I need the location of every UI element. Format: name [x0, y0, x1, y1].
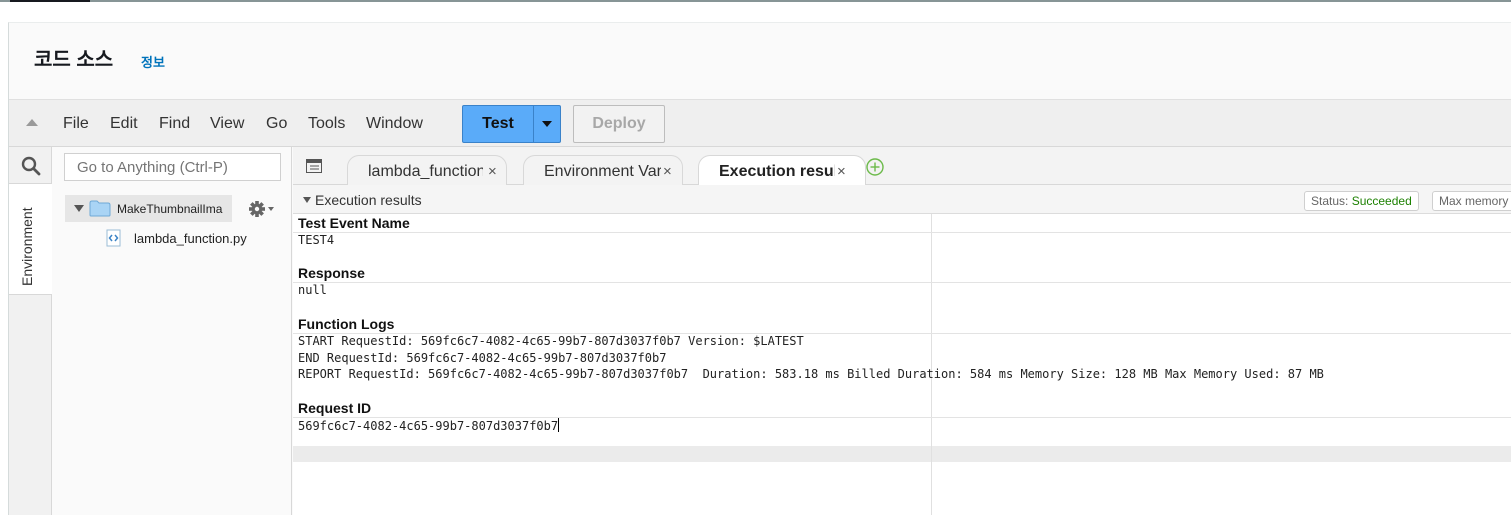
- tab-environment-variables[interactable]: Environment Vari ×: [523, 155, 683, 185]
- status-value: Succeeded: [1351, 194, 1412, 208]
- menu-view[interactable]: View: [210, 115, 244, 133]
- test-event-heading: Test Event Name: [298, 215, 410, 231]
- section-collapse-icon[interactable]: [303, 197, 311, 203]
- tab-lambda-function[interactable]: lambda_function ×: [347, 155, 507, 185]
- print-margin-line: [931, 214, 932, 515]
- request-id-heading: Request ID: [298, 400, 372, 416]
- go-to-anything-input[interactable]: [64, 153, 281, 181]
- menu-find[interactable]: Find: [159, 115, 190, 133]
- status-badge: Status: Succeeded: [1304, 191, 1419, 211]
- tab-close-icon[interactable]: ×: [488, 163, 497, 180]
- folder-icon: [89, 200, 111, 217]
- gear-icon[interactable]: [247, 199, 277, 219]
- tab-list-icon[interactable]: [306, 159, 322, 173]
- deploy-button[interactable]: Deploy: [573, 105, 665, 143]
- test-event-value: TEST4: [298, 233, 335, 247]
- log-line: START RequestId: 569fc6c7-4082-4c65-99b7…: [298, 334, 804, 348]
- request-id-line[interactable]: 569fc6c7-4082-4c65-99b7-807d3037f0b7: [298, 418, 560, 433]
- max-memory-badge: Max memory u: [1432, 191, 1511, 211]
- page-title: 코드 소스: [34, 49, 114, 71]
- folder-expand-icon[interactable]: [74, 205, 84, 212]
- add-tab-icon[interactable]: [866, 158, 884, 176]
- execution-results-body: Test Event Name TEST4 Response null Func…: [293, 214, 1511, 515]
- request-id-value: 569fc6c7-4082-4c65-99b7-807d3037f0b7: [298, 419, 559, 433]
- folder-name: MakeThumbnailIma: [117, 202, 223, 216]
- section-title: Execution results: [315, 192, 422, 208]
- collapse-arrow-icon[interactable]: [26, 119, 38, 126]
- panel-header: 코드 소스 정보: [9, 23, 1511, 99]
- status-label: Status:: [1311, 194, 1349, 208]
- execution-results-header[interactable]: Execution results Status: Succeeded Max …: [293, 185, 1511, 214]
- file-name: lambda_function.py: [134, 231, 247, 246]
- tab-close-icon[interactable]: ×: [663, 163, 672, 180]
- environment-tab[interactable]: Environment: [9, 183, 52, 295]
- text-cursor: [558, 418, 560, 432]
- side-rail: Environment: [9, 147, 52, 515]
- function-logs-heading: Function Logs: [298, 316, 395, 332]
- test-button[interactable]: Test: [462, 105, 534, 143]
- tree-folder[interactable]: MakeThumbnailIma: [65, 195, 232, 222]
- python-file-icon: [106, 229, 121, 247]
- response-heading: Response: [298, 265, 365, 281]
- tab-label: Environment Vari: [544, 163, 661, 180]
- editor-area: lambda_function × Environment Vari × Exe…: [293, 147, 1511, 515]
- log-line: REPORT RequestId: 569fc6c7-4082-4c65-99b…: [298, 367, 1324, 381]
- log-line: END RequestId: 569fc6c7-4082-4c65-99b7-8…: [298, 351, 667, 365]
- search-icon[interactable]: [21, 156, 41, 176]
- tab-label: lambda_function: [368, 163, 483, 180]
- environment-tab-label: Environment: [19, 207, 35, 286]
- code-source-panel: 코드 소스 정보 File Edit Find View Go Tools Wi…: [8, 22, 1511, 515]
- menu-file[interactable]: File: [63, 115, 89, 133]
- tab-label: Execution results: [719, 163, 835, 180]
- ide-menubar: File Edit Find View Go Tools Window Test…: [9, 99, 1511, 147]
- top-tab-indicator: [10, 0, 90, 2]
- menu-go[interactable]: Go: [266, 115, 287, 133]
- divider: [293, 232, 1511, 233]
- current-line-highlight: [293, 446, 1511, 462]
- menu-window[interactable]: Window: [366, 115, 423, 133]
- test-dropdown-button[interactable]: [533, 105, 561, 143]
- response-value: null: [298, 283, 327, 297]
- tab-execution-results[interactable]: Execution results ×: [698, 155, 866, 186]
- tab-close-icon[interactable]: ×: [837, 163, 846, 180]
- info-link[interactable]: 정보: [141, 52, 165, 71]
- menu-edit[interactable]: Edit: [110, 115, 138, 133]
- top-strip: [0, 0, 1511, 2]
- editor-tabbar: lambda_function × Environment Vari × Exe…: [293, 147, 1511, 186]
- file-tree: MakeThumbnailIma: [53, 147, 292, 515]
- menu-tools[interactable]: Tools: [308, 115, 345, 133]
- divider: [293, 282, 1511, 283]
